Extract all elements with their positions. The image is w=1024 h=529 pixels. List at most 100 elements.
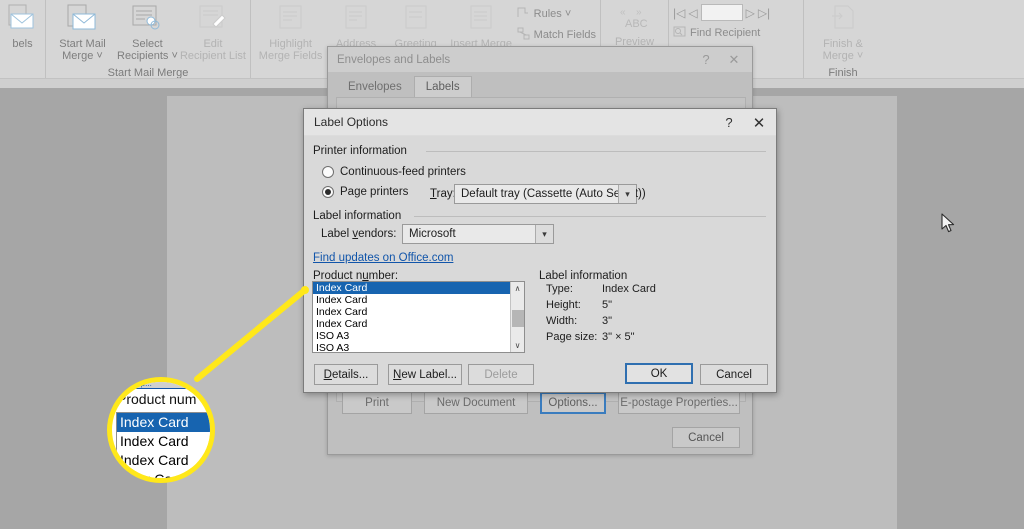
- label-vendors-combobox[interactable]: Microsoft ▾: [402, 224, 554, 244]
- start-mail-merge-label-2: Merge ˅: [62, 50, 103, 62]
- list-item[interactable]: ISO A3: [313, 342, 510, 352]
- start-mail-merge-label-1: Start Mail: [59, 38, 105, 50]
- options-button[interactable]: Options...: [540, 392, 606, 414]
- ok-button[interactable]: OK: [625, 363, 693, 384]
- info-value-page-size: 3" × 5": [602, 331, 635, 343]
- svg-text:»: »: [636, 7, 642, 18]
- product-number-list-items: Index Card Index Card Index Card Index C…: [313, 282, 510, 352]
- printer-information-section-label: Printer information: [313, 145, 407, 157]
- last-record-icon[interactable]: ▷|: [758, 6, 770, 20]
- envelopes-dialog-titlebar: Envelopes and Labels ? ✕: [328, 47, 752, 72]
- product-list-scrollbar[interactable]: ∧ ∨: [510, 282, 524, 352]
- printer-information-rule: [426, 151, 766, 152]
- list-item[interactable]: ISO A3: [313, 330, 510, 342]
- envelopes-dialog-tabs: Envelopes Labels: [336, 76, 472, 98]
- envelopes-help-icon[interactable]: ?: [692, 49, 720, 71]
- scrollbar-thumb[interactable]: [512, 310, 524, 327]
- magnifier-top-underline: [130, 388, 186, 389]
- envelopes-dialog-title: Envelopes and Labels: [328, 54, 450, 66]
- finish-merge-label-1: Finish &: [823, 38, 863, 50]
- list-item[interactable]: Index Card: [313, 282, 510, 294]
- page-printers-radio[interactable]: [322, 186, 334, 198]
- details-button[interactable]: Details...: [314, 364, 378, 385]
- page-printers-radio-row[interactable]: Page printers: [322, 186, 408, 198]
- label-options-cancel-button[interactable]: Cancel: [700, 364, 768, 385]
- select-recipients-label-1: Select: [132, 38, 163, 50]
- edit-recipient-label-2: Recipient List: [180, 50, 246, 62]
- page-printers-label: Page printers: [340, 186, 408, 198]
- record-navigation: |◁ ◁ ▷ ▷|: [673, 4, 770, 21]
- tray-combobox[interactable]: Default tray (Cassette (Auto Select)) ▾: [454, 184, 637, 204]
- continuous-feed-label: Continuous-feed printers: [340, 166, 466, 178]
- select-recipients-label-2: Recipients ˅: [117, 50, 178, 62]
- scroll-up-icon[interactable]: ∧: [511, 282, 524, 295]
- list-item[interactable]: Index Card: [313, 294, 510, 306]
- tab-labels[interactable]: Labels: [414, 76, 472, 98]
- find-recipient-button[interactable]: Find Recipient: [673, 25, 770, 41]
- info-value-height: 5": [602, 299, 612, 311]
- match-fields-button[interactable]: Match Fields: [517, 27, 596, 43]
- select-recipients-button[interactable]: Select Recipients ˅: [115, 2, 180, 64]
- tab-envelopes[interactable]: Envelopes: [336, 76, 414, 98]
- ribbon-group-start-mail-merge: Start Mail Merge ˅ Selec: [46, 0, 251, 78]
- match-fields-icon: [517, 27, 530, 43]
- info-key-page-size: Page size:: [546, 331, 597, 343]
- new-document-button[interactable]: New Document: [424, 392, 528, 414]
- label-options-titlebar: Label Options ? ✕: [304, 109, 776, 136]
- continuous-feed-radio-row[interactable]: Continuous-feed printers: [322, 166, 466, 178]
- chevron-down-icon-vendors[interactable]: ▾: [535, 225, 553, 243]
- envelopes-cancel-button[interactable]: Cancel: [672, 427, 740, 448]
- envelopes-close-icon[interactable]: ✕: [720, 49, 748, 71]
- info-value-type: Index Card: [602, 283, 656, 295]
- address-block-icon: [341, 4, 371, 35]
- app-window: bels Start Mail Merge ˅: [0, 0, 1024, 529]
- new-label-button[interactable]: New Label...: [388, 364, 462, 385]
- edit-recipient-icon: [197, 4, 229, 35]
- continuous-feed-radio[interactable]: [322, 166, 334, 178]
- tray-label: Tray:: [430, 188, 456, 200]
- start-mail-merge-button[interactable]: Start Mail Merge ˅: [50, 2, 115, 64]
- next-record-icon[interactable]: ▷: [746, 6, 755, 20]
- delete-button[interactable]: Delete: [468, 364, 534, 385]
- label-options-close-icon[interactable]: ✕: [744, 111, 774, 135]
- svg-text:ABC: ABC: [625, 18, 648, 30]
- print-button[interactable]: Print: [342, 392, 412, 414]
- highlight-icon: [276, 4, 306, 35]
- previous-record-icon[interactable]: ◁: [688, 6, 697, 20]
- envelopes-dialog-button-row: Print New Document Options... E-postage …: [342, 392, 742, 414]
- insert-merge-icon: [466, 4, 496, 35]
- labels-button-label: bels: [12, 38, 32, 50]
- chevron-down-icon[interactable]: ▾: [618, 185, 636, 203]
- finish-merge-label-2: Merge ˅: [823, 50, 864, 62]
- list-item[interactable]: Index Card: [313, 318, 510, 330]
- magnifier-content: t Op... Product num Index Card Index Car…: [112, 382, 210, 478]
- label-information-rule: [414, 216, 766, 217]
- ribbon-group-finish: Finish & Merge ˅ Finish: [804, 0, 882, 78]
- highlight-merge-fields-button[interactable]: Highlight Merge Fields: [255, 2, 326, 64]
- match-fields-label: Match Fields: [534, 29, 596, 41]
- info-key-width: Width:: [546, 315, 577, 327]
- first-record-icon[interactable]: |◁: [673, 6, 685, 20]
- rules-button[interactable]: Rules ˅: [517, 6, 596, 22]
- scroll-down-icon[interactable]: ∨: [511, 339, 524, 352]
- finish-and-merge-button[interactable]: Finish & Merge ˅: [808, 2, 878, 64]
- edit-recipient-list-button[interactable]: Edit Recipient List: [180, 2, 246, 64]
- svg-text:«: «: [620, 7, 626, 18]
- highlight-label-2: Merge Fields: [259, 50, 323, 62]
- label-information-section-label: Label information: [313, 210, 401, 222]
- envelope-icon: [8, 4, 38, 35]
- magnifier-callout: t Op... Product num Index Card Index Car…: [107, 377, 215, 483]
- label-options-help-icon[interactable]: ?: [714, 111, 744, 135]
- record-number-input[interactable]: [701, 4, 743, 21]
- find-recipient-icon: [673, 25, 686, 41]
- find-updates-link[interactable]: Find updates on Office.com: [313, 252, 453, 264]
- info-key-height: Height:: [546, 299, 581, 311]
- list-item[interactable]: Index Card: [313, 306, 510, 318]
- rules-icon: [517, 6, 530, 22]
- find-recipient-label: Find Recipient: [690, 27, 760, 39]
- rules-label: Rules ˅: [534, 8, 572, 20]
- labels-button[interactable]: bels: [4, 2, 41, 64]
- e-postage-properties-button[interactable]: E-postage Properties...: [618, 392, 740, 414]
- product-number-listbox[interactable]: Index Card Index Card Index Card Index C…: [312, 281, 525, 353]
- label-vendors-label: Label vendors:: [321, 228, 396, 240]
